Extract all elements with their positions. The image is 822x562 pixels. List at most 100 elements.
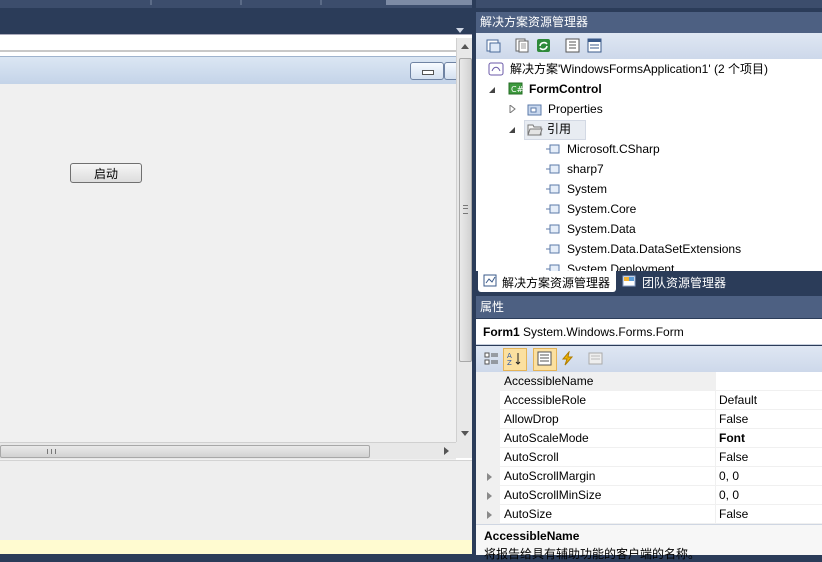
property-value[interactable]: False [719, 505, 748, 524]
description-title: AccessibleName [484, 529, 580, 543]
reference-item[interactable]: System [546, 179, 818, 199]
property-row[interactable]: AccessibleName [476, 372, 822, 391]
view-code-icon[interactable] [565, 38, 580, 53]
dropdown-arrow-icon[interactable] [456, 28, 464, 33]
property-row[interactable]: AutoScrollMinSize 0, 0 [476, 486, 822, 505]
properties-object-selector[interactable]: Form1 System.Windows.Forms.Form [476, 319, 822, 345]
view-designer-icon[interactable] [587, 38, 602, 53]
property-row[interactable]: AllowDrop False [476, 410, 822, 429]
property-value[interactable]: 0, 0 [719, 486, 739, 505]
top-tab-strip [0, 0, 822, 8]
expand-arrow-icon[interactable] [487, 473, 492, 481]
collapse-arrow-icon[interactable] [488, 86, 496, 94]
property-value[interactable]: False [719, 448, 748, 467]
solution-icon [488, 62, 504, 76]
svg-text:C#: C# [511, 85, 523, 94]
form-minimize-button[interactable] [410, 62, 444, 80]
designer-horizontal-scrollbar[interactable] [0, 442, 456, 459]
reference-item[interactable]: System.Deployment [546, 259, 818, 271]
reference-icon [546, 244, 560, 254]
property-name: AutoScrollMargin [504, 469, 596, 483]
scroll-down-icon[interactable] [461, 431, 469, 436]
tab-solution-explorer[interactable]: 解决方案资源管理器 [478, 271, 616, 292]
collapse-arrow-icon[interactable] [508, 126, 516, 134]
property-row[interactable]: AccessibleRole Default [476, 391, 822, 410]
tree-item-properties[interactable]: Properties [508, 99, 818, 119]
solution-label: 解决方案'WindowsFormsApplication1' (2 个项目) [510, 62, 768, 76]
scroll-corner [456, 442, 472, 458]
solution-explorer-toolbar [476, 33, 822, 60]
property-name: AccessibleName [504, 374, 594, 388]
horizontal-scroll-thumb[interactable] [0, 445, 370, 458]
reference-icon [546, 264, 560, 271]
object-name: Form1 [483, 325, 520, 339]
property-name: AllowDrop [504, 412, 559, 426]
refresh-icon[interactable] [536, 38, 551, 53]
property-name: AutoScaleMode [504, 431, 589, 445]
property-value[interactable]: Default [719, 391, 757, 410]
tab-solution-explorer-label: 解决方案资源管理器 [502, 276, 611, 290]
reference-icon [546, 204, 560, 214]
reference-label: System.Deployment [567, 262, 675, 271]
categorized-icon[interactable] [484, 351, 499, 366]
reference-item[interactable]: System.Data [546, 219, 818, 239]
properties-folder-icon [527, 104, 542, 116]
property-value[interactable]: Font [719, 429, 745, 448]
object-type: System.Windows.Forms.Form [523, 325, 684, 339]
property-value[interactable]: False [719, 410, 748, 429]
expand-arrow-icon[interactable] [487, 492, 492, 500]
vertical-scroll-thumb[interactable] [459, 58, 472, 362]
form-top-area [0, 38, 456, 58]
tree-item-project[interactable]: C# FormControl [488, 79, 818, 99]
alphabetical-icon[interactable]: AZ [507, 351, 522, 366]
property-pages-icon[interactable] [588, 351, 603, 366]
form-titlebar[interactable] [0, 56, 456, 86]
open-folder-icon [527, 124, 543, 136]
tab-team-explorer-label: 团队资源管理器 [642, 276, 727, 290]
references-label: 引用 [547, 122, 572, 136]
reference-label: System.Core [567, 202, 637, 216]
scroll-right-icon[interactable] [444, 447, 449, 455]
property-row[interactable]: AutoScrollMargin 0, 0 [476, 467, 822, 486]
designer-status-strip [0, 540, 472, 554]
solution-explorer-icon [483, 274, 497, 287]
expand-arrow-icon[interactable] [508, 105, 516, 113]
reference-label: sharp7 [567, 162, 604, 176]
events-lightning-icon[interactable] [560, 351, 575, 366]
reference-icon [546, 224, 560, 234]
reference-item[interactable]: sharp7 [546, 159, 818, 179]
reference-icon [546, 184, 560, 194]
csharp-project-icon: C# [508, 82, 523, 95]
reference-item[interactable]: System.Core [546, 199, 818, 219]
reference-label: System [567, 182, 608, 196]
tree-item-references[interactable]: 引用 [508, 119, 818, 140]
reference-label: System.Data [567, 222, 636, 236]
solution-explorer-title: 解决方案资源管理器 [476, 12, 822, 33]
properties-grid: AccessibleName AccessibleRole Default Al… [476, 372, 822, 524]
form-body[interactable] [0, 84, 456, 460]
solution-explorer-tree: 解决方案'WindowsFormsApplication1' (2 个项目) C… [476, 59, 822, 271]
reference-label: Microsoft.CSharp [567, 142, 660, 156]
tab-team-explorer[interactable]: 团队资源管理器 [618, 271, 778, 292]
show-all-files-icon[interactable] [514, 38, 529, 53]
property-name: AutoScrollMinSize [504, 488, 602, 502]
reference-item[interactable]: System.Data.DataSetExtensions [546, 239, 818, 259]
property-row[interactable]: AutoSize False [476, 505, 822, 524]
property-value[interactable]: 0, 0 [719, 467, 739, 486]
properties-title: 属性 [476, 296, 822, 318]
start-button[interactable]: 启动 [70, 163, 142, 183]
expand-arrow-icon[interactable] [487, 511, 492, 519]
form-top-divider [0, 50, 456, 52]
reference-item[interactable]: Microsoft.CSharp [546, 139, 818, 159]
minimize-icon [422, 70, 434, 75]
property-row[interactable]: AutoScroll False [476, 448, 822, 467]
properties-list-icon[interactable] [537, 351, 552, 366]
properties-window-icon[interactable] [486, 38, 501, 53]
property-description-panel: AccessibleName 将报告给具有辅助功能的客户端的名称。 [476, 524, 822, 561]
scroll-up-icon[interactable] [461, 44, 469, 49]
property-row[interactable]: AutoScaleMode Font [476, 429, 822, 448]
team-explorer-icon [622, 275, 636, 287]
tree-item-solution[interactable]: 解决方案'WindowsFormsApplication1' (2 个项目) [488, 59, 818, 79]
reference-icon [546, 164, 560, 174]
designer-vertical-scrollbar[interactable] [456, 38, 473, 444]
